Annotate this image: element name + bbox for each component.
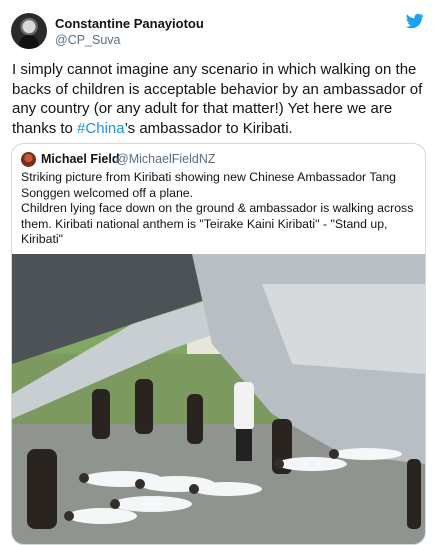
tweet-text: I simply cannot imagine any scenario in …	[12, 60, 424, 138]
tweet-card[interactable]: Constantine Panayiotou @CP_Suva I simply…	[0, 0, 434, 545]
twitter-bird-icon[interactable]	[405, 12, 425, 30]
quoted-tweet-text: Striking picture from Kiribati showing n…	[21, 170, 421, 248]
tweet-text-end: ’s ambassador to Kiribati.	[124, 119, 293, 137]
author-name[interactable]: Constantine Panayiotou	[55, 16, 204, 31]
quoted-author-handle[interactable]: @MichaelFieldNZ	[116, 152, 216, 166]
quoted-author-name[interactable]: Michael Field	[41, 152, 120, 166]
hashtag-link[interactable]: #China	[77, 120, 125, 137]
author-avatar[interactable]	[11, 13, 47, 49]
quoted-tweet-photo[interactable]	[12, 254, 425, 544]
quoted-text-line-2: Children lying face down on the ground &…	[21, 201, 414, 246]
photo-illustration	[12, 254, 425, 544]
quoted-text-line-1: Striking picture from Kiribati showing n…	[21, 170, 397, 200]
quoted-author-avatar[interactable]	[21, 152, 36, 167]
author-handle[interactable]: @CP_Suva	[55, 33, 121, 47]
quoted-tweet[interactable]: Michael Field @MichaelFieldNZ Striking p…	[11, 143, 426, 545]
